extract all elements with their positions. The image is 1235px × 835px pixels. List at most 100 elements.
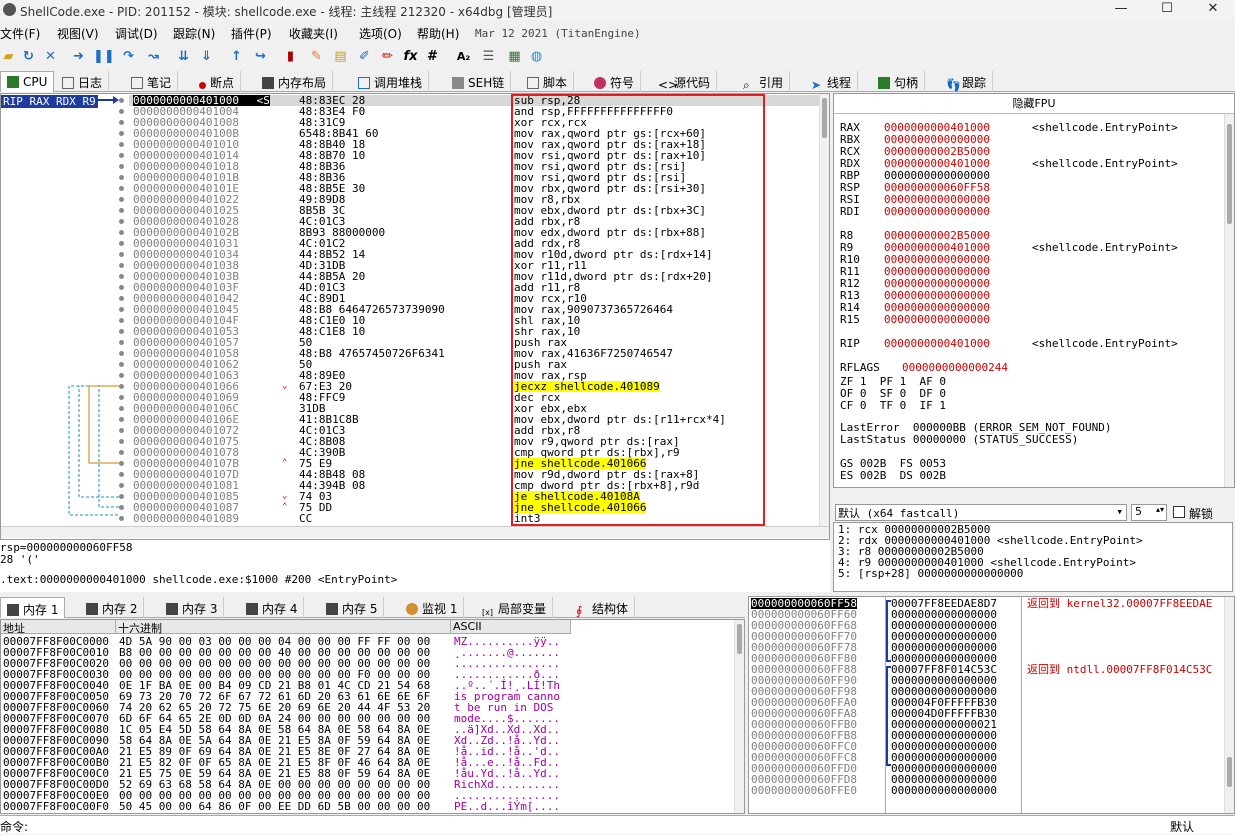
breakpoint-dot[interactable] — [119, 109, 124, 114]
memory-dump-pane[interactable]: 地址 十六进制 ASCII 00007FF8F00C0000 4D 5A 90 0… — [0, 619, 745, 814]
stack-pane[interactable]: 000000000060FF58 00007FF8EEDAE8D7 返回到 kern… — [748, 596, 1235, 814]
tab-breakpoints[interactable]: 断点 — [193, 71, 242, 92]
menu-favorites[interactable]: 收藏夹(I) — [289, 25, 338, 42]
breakpoint-dot[interactable] — [119, 153, 124, 158]
trace-over-icon[interactable]: ⇓ — [198, 48, 215, 65]
tab-references[interactable]: ⌕ 引用 — [737, 71, 791, 92]
breakpoint-dot[interactable] — [119, 318, 124, 323]
breakpoint-dot[interactable] — [119, 197, 124, 202]
tab-watch-1[interactable]: 监视 1 — [400, 597, 465, 618]
tab-source[interactable]: <>源代码 — [652, 71, 718, 92]
registers-pane[interactable]: 隐藏FPU RAX 0000000000401000 <shellcode.Entr… — [833, 93, 1235, 488]
breakpoint-dot[interactable] — [119, 175, 124, 180]
tab-locals[interactable]: [x] 局部变量 — [476, 597, 554, 618]
tab-log[interactable]: 日志 — [56, 71, 110, 92]
hide-fpu-button[interactable]: 隐藏FPU — [834, 94, 1234, 114]
dump-scrollbar[interactable] — [734, 620, 744, 813]
menu-debug[interactable]: 调试(D) — [115, 25, 158, 42]
unlock-checkbox[interactable] — [1173, 506, 1185, 518]
breakpoint-dot[interactable] — [119, 494, 124, 499]
restart-icon[interactable]: ↻ — [20, 48, 37, 65]
stack-value[interactable]: 0000000000000000 — [891, 785, 997, 796]
tab-struct[interactable]: ∮ 结构体 — [570, 597, 636, 618]
breakpoint-dot[interactable] — [119, 373, 124, 378]
command-mode-select[interactable]: 默认 — [1170, 818, 1194, 835]
breakpoint-dot[interactable] — [119, 164, 124, 169]
run-to-user-code-icon[interactable]: ↪ — [252, 48, 269, 65]
breakpoint-dot[interactable] — [119, 307, 124, 312]
tab-memory-1[interactable]: 内存 1 — [0, 597, 66, 618]
register-value[interactable]: 0000000000401000 — [884, 338, 990, 350]
disasm-scrollbar[interactable] — [819, 94, 829, 526]
disassembly-pane[interactable]: RIP RAX RDX R9 0000000000401000 <S 48:83E… — [0, 93, 830, 540]
breakpoint-dot[interactable] — [119, 142, 124, 147]
breakpoint-dot[interactable] — [119, 417, 124, 422]
tab-symbols[interactable]: 符号 — [588, 71, 642, 92]
disasm-address[interactable]: 0000000000401089 — [133, 513, 265, 524]
tab-memory-3[interactable]: 内存 3 — [160, 597, 225, 618]
tab-callstack[interactable]: 调用堆栈 — [352, 71, 430, 92]
dump-ascii[interactable]: PE..d...îÝm[.... — [454, 801, 560, 812]
menu-plugins[interactable]: 插件(P) — [231, 25, 272, 42]
breakpoint-dot[interactable] — [119, 483, 124, 488]
breakpoint-dot[interactable] — [119, 439, 124, 444]
dump-header-address[interactable]: 地址 — [1, 620, 116, 635]
menu-view[interactable]: 视图(V) — [57, 25, 99, 42]
breakpoint-dot[interactable] — [119, 384, 124, 389]
tab-trace[interactable]: 👣跟踪 — [940, 71, 994, 92]
close-button[interactable]: ✕ — [1190, 0, 1235, 20]
execute-till-return-icon[interactable]: ↑ — [228, 48, 245, 65]
tab-handles[interactable]: 句柄 — [872, 71, 926, 92]
command-input[interactable] — [30, 817, 1160, 833]
breakpoint-dot[interactable] — [119, 395, 124, 400]
breakpoint-dot[interactable] — [119, 428, 124, 433]
tab-memory-map[interactable]: 内存布局 — [256, 71, 334, 92]
breakpoint-dot[interactable] — [119, 252, 124, 257]
step-over-icon[interactable]: ↝ — [145, 48, 162, 65]
label-icon[interactable]: ▤ — [332, 48, 349, 65]
breakpoint-dot[interactable] — [119, 340, 124, 345]
comment-icon[interactable]: ✎ — [308, 48, 325, 65]
dump-hex[interactable]: 50 45 00 00 64 86 0F 00 EE DD 6D 5B 00 0… — [119, 801, 430, 812]
pause-icon[interactable]: ❚❚ — [93, 48, 115, 65]
rflags-value[interactable]: 0000000000000244 — [902, 362, 1008, 374]
menu-trace[interactable]: 跟踪(N) — [173, 25, 215, 42]
tab-script[interactable]: 脚本 — [521, 71, 575, 92]
menu-help[interactable]: 帮助(H) — [417, 25, 459, 42]
bookmark-icon[interactable]: ▮ — [282, 48, 299, 65]
minimize-button[interactable]: — — [1098, 0, 1144, 20]
tab-notes[interactable]: 笔记 — [125, 71, 179, 92]
maximize-button[interactable]: ☐ — [1144, 0, 1190, 20]
breakpoint-dot[interactable] — [119, 505, 124, 510]
breakpoint-dot[interactable] — [119, 98, 124, 103]
breakpoint-dot[interactable] — [119, 351, 124, 356]
disasm-hscrollbar[interactable] — [1, 526, 829, 538]
list-icon[interactable]: ☰ — [480, 48, 497, 65]
globe-icon[interactable]: ◍ — [528, 48, 545, 65]
breakpoint-dot[interactable] — [119, 406, 124, 411]
breakpoint-dot[interactable] — [119, 208, 124, 213]
dump-address[interactable]: 00007FF8F00C00F0 — [3, 801, 109, 812]
breakpoint-dot[interactable] — [119, 329, 124, 334]
tab-threads[interactable]: ➤ 线程 — [805, 71, 859, 92]
breakpoint-dot[interactable] — [119, 131, 124, 136]
tab-cpu[interactable]: CPU — [0, 71, 55, 92]
dump-header-hex[interactable]: 十六进制 — [116, 620, 451, 635]
tab-seh[interactable]: SEH链 — [446, 71, 512, 92]
tab-memory-5[interactable]: 内存 5 — [320, 597, 385, 618]
close-icon[interactable]: ✕ — [42, 48, 59, 65]
hash-icon[interactable]: # — [424, 48, 441, 65]
menu-file[interactable]: 文件(F) — [0, 25, 40, 42]
breakpoint-dot[interactable] — [119, 263, 124, 268]
highlight-icon[interactable]: ✏ — [379, 48, 396, 65]
stack-address[interactable]: 000000000060FFE0 — [751, 785, 857, 796]
breakpoint-dot[interactable] — [119, 274, 124, 279]
register-value[interactable]: 0000000000000000 — [884, 314, 990, 326]
run-icon[interactable]: ➜ — [70, 48, 87, 65]
dump-header-ascii[interactable]: ASCII — [451, 620, 571, 634]
stack-scrollbar[interactable] — [1224, 597, 1234, 813]
breakpoint-dot[interactable] — [119, 362, 124, 367]
trace-into-icon[interactable]: ⇊ — [175, 48, 192, 65]
patch-icon[interactable]: ✐ — [356, 48, 373, 65]
breakpoint-dot[interactable] — [119, 285, 124, 290]
